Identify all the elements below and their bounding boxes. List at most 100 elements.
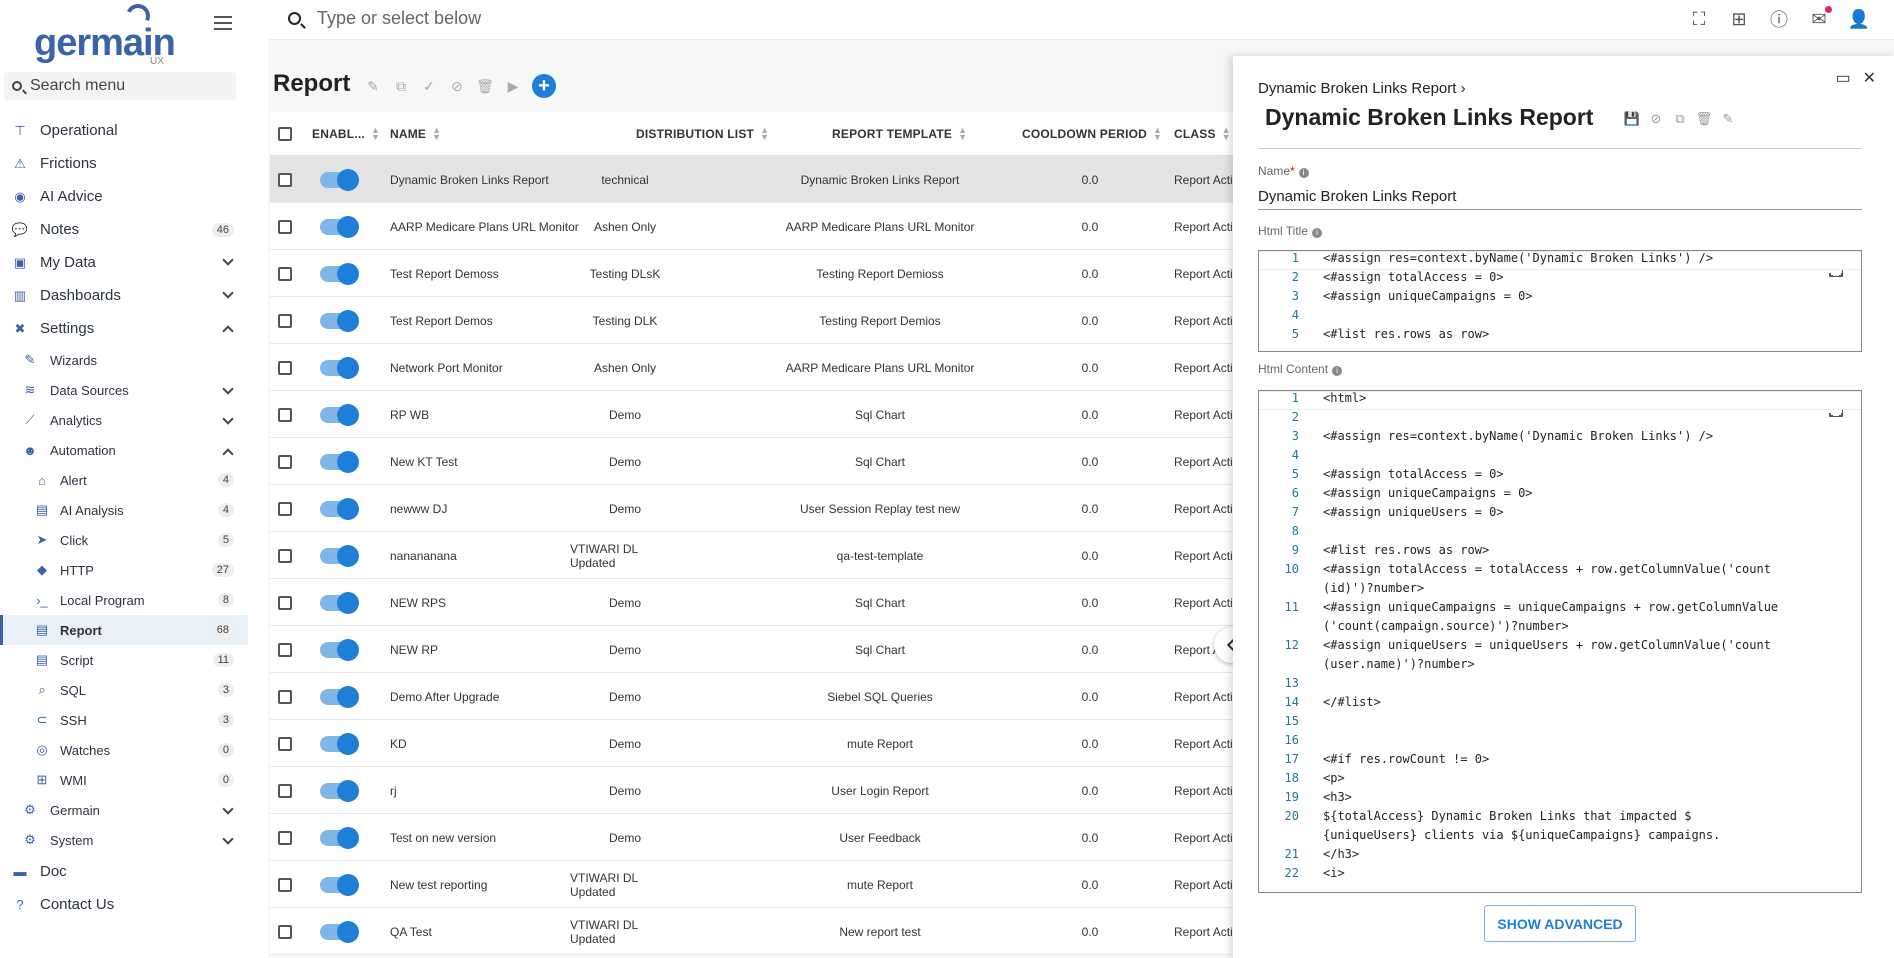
sidebar-item-sql[interactable]: ⌕ SQL 3 bbox=[0, 675, 248, 705]
col-enabled[interactable]: ENABL... ▲ ▼ bbox=[312, 112, 380, 156]
enabled-toggle[interactable] bbox=[320, 861, 359, 908]
row-checkbox[interactable] bbox=[278, 673, 292, 720]
chevron-down-icon[interactable] bbox=[222, 803, 234, 815]
chevron-up-icon[interactable] bbox=[222, 448, 234, 460]
enabled-toggle[interactable] bbox=[320, 391, 359, 438]
name-field[interactable]: Dynamic Broken Links Report bbox=[1258, 188, 1862, 210]
col-cooldown-period[interactable]: COOLDOWN PERIOD ▲ ▼ bbox=[1022, 112, 1162, 156]
table-row[interactable]: Test Report Demoss Testing DLsK Testing Re… bbox=[270, 250, 1270, 297]
enabled-toggle[interactable] bbox=[320, 532, 359, 579]
add-button[interactable]: + bbox=[532, 74, 556, 98]
enabled-toggle[interactable] bbox=[320, 673, 359, 720]
enabled-toggle[interactable] bbox=[320, 203, 359, 250]
delete-icon[interactable]: 🗑 bbox=[1695, 110, 1713, 128]
save-icon[interactable]: 💾 bbox=[1623, 110, 1641, 128]
breadcrumb[interactable]: Dynamic Broken Links Report › bbox=[1258, 80, 1466, 97]
table-row[interactable]: NEW RPS Demo Sql Chart 0.0 Report Acti... bbox=[270, 579, 1270, 626]
select-all-checkbox[interactable] bbox=[278, 112, 292, 156]
user-icon[interactable]: 👤 bbox=[1848, 8, 1870, 30]
row-checkbox[interactable] bbox=[278, 391, 292, 438]
enabled-toggle[interactable] bbox=[320, 438, 359, 485]
disable-icon[interactable]: ⊘ bbox=[1647, 110, 1665, 128]
presentation-icon[interactable]: ⊞ bbox=[1728, 8, 1750, 30]
delete-icon[interactable]: 🗑 bbox=[476, 77, 494, 95]
chevron-down-icon[interactable] bbox=[222, 413, 234, 425]
sidebar-item-wizards[interactable]: ✎ Wizards bbox=[0, 345, 248, 375]
chevron-down-icon[interactable] bbox=[222, 833, 234, 845]
table-row[interactable]: Dynamic Broken Links Report technical Dyna… bbox=[270, 156, 1270, 203]
row-checkbox[interactable] bbox=[278, 203, 292, 250]
row-checkbox[interactable] bbox=[278, 532, 292, 579]
global-search-input[interactable]: Type or select below bbox=[288, 8, 481, 29]
copy-icon[interactable]: ⧉ bbox=[392, 77, 410, 95]
table-row[interactable]: rj Demo User Login Report 0.0 Report Acti... bbox=[270, 767, 1270, 814]
table-row[interactable]: Test on new version Demo User Feedback 0.0 R… bbox=[270, 814, 1270, 861]
table-row[interactable]: QA Test VTIWARI DL Updated New report test… bbox=[270, 908, 1270, 955]
enabled-toggle[interactable] bbox=[320, 344, 359, 391]
table-row[interactable]: nanananana VTIWARI DL Updated qa-test-temp… bbox=[270, 532, 1270, 579]
chevron-down-icon[interactable] bbox=[222, 287, 234, 299]
row-checkbox[interactable] bbox=[278, 720, 292, 767]
enabled-toggle[interactable] bbox=[320, 250, 359, 297]
sidebar-item-automation[interactable]: ☻ Automation bbox=[0, 435, 248, 465]
row-checkbox[interactable] bbox=[278, 908, 292, 955]
enabled-toggle[interactable] bbox=[320, 908, 359, 955]
sidebar-item-ai-analysis[interactable]: ▤ AI Analysis 4 bbox=[0, 495, 248, 525]
enabled-toggle[interactable] bbox=[320, 579, 359, 626]
table-row[interactable]: RP WB Demo Sql Chart 0.0 Report Acti... bbox=[270, 391, 1270, 438]
enabled-toggle[interactable] bbox=[320, 767, 359, 814]
sidebar-item-operational[interactable]: ⊤ Operational bbox=[0, 114, 248, 147]
chevron-down-icon[interactable] bbox=[222, 254, 234, 266]
enabled-toggle[interactable] bbox=[320, 720, 359, 767]
row-checkbox[interactable] bbox=[278, 626, 292, 673]
table-row[interactable]: NEW RP Demo Sql Chart 0.0 Report A... bbox=[270, 626, 1270, 673]
sidebar-item-report[interactable]: ▤ Report 68 bbox=[0, 615, 248, 645]
chevron-up-icon[interactable] bbox=[222, 325, 234, 337]
maximize-icon[interactable]: ▭ bbox=[1835, 68, 1850, 88]
show-advanced-button[interactable]: SHOW ADVANCED bbox=[1484, 905, 1636, 942]
table-row[interactable]: AARP Medicare Plans URL Monitor Ashen Onl… bbox=[270, 203, 1270, 250]
col-distribution-list[interactable]: DISTRIBUTION LIST ▲ ▼ bbox=[636, 112, 769, 156]
enabled-toggle[interactable] bbox=[320, 485, 359, 532]
sidebar-item-http[interactable]: ◆ HTTP 27 bbox=[0, 555, 248, 585]
germain-logo[interactable]: germain UX bbox=[34, 0, 176, 67]
enabled-toggle[interactable] bbox=[320, 814, 359, 861]
sidebar-item-alert[interactable]: ⌂ Alert 4 bbox=[0, 465, 248, 495]
check-circle-icon[interactable]: ✓ bbox=[420, 77, 438, 95]
disable-icon[interactable]: ⊘ bbox=[448, 77, 466, 95]
chevron-down-icon[interactable] bbox=[222, 383, 234, 395]
table-row[interactable]: New test reporting VTIWARI DL Updated mute… bbox=[270, 861, 1270, 908]
sidebar-item-ai-advice[interactable]: ◉ AI Advice bbox=[0, 180, 248, 213]
row-checkbox[interactable] bbox=[278, 861, 292, 908]
row-checkbox[interactable] bbox=[278, 814, 292, 861]
enabled-toggle[interactable] bbox=[320, 156, 359, 203]
sidebar-item-click[interactable]: ➤ Click 5 bbox=[0, 525, 248, 555]
html-title-editor[interactable]: 1 <#assign res=context.byName('Dynamic Br… bbox=[1258, 250, 1862, 352]
table-row[interactable]: Network Port Monitor Ashen Only AARP Medic… bbox=[270, 344, 1270, 391]
row-checkbox[interactable] bbox=[278, 579, 292, 626]
sidebar-item-data-sources[interactable]: ≋ Data Sources bbox=[0, 375, 248, 405]
table-row[interactable]: New KT Test Demo Sql Chart 0.0 Report Acti..… bbox=[270, 438, 1270, 485]
search-menu-input[interactable]: Search menu bbox=[4, 72, 236, 100]
sidebar-item-system[interactable]: ⚙ System bbox=[0, 825, 248, 855]
sidebar-item-contact-us[interactable]: ? Contact Us bbox=[0, 888, 248, 921]
copy-icon[interactable]: ⧉ bbox=[1671, 110, 1689, 128]
row-checkbox[interactable] bbox=[278, 297, 292, 344]
table-row[interactable]: Demo After Upgrade Demo Siebel SQL Queries… bbox=[270, 673, 1270, 720]
sidebar-item-analytics[interactable]: ⟋ Analytics bbox=[0, 405, 248, 435]
col-name[interactable]: NAME ▲ ▼ bbox=[390, 112, 441, 156]
sidebar-item-germain[interactable]: ⚙ Germain bbox=[0, 795, 248, 825]
row-checkbox[interactable] bbox=[278, 485, 292, 532]
row-checkbox[interactable] bbox=[278, 438, 292, 485]
sidebar-item-settings[interactable]: ✖ Settings bbox=[0, 312, 248, 345]
sidebar-item-my-data[interactable]: ▣ My Data bbox=[0, 246, 248, 279]
col-class[interactable]: CLASS ▲ ▼ bbox=[1174, 112, 1231, 156]
sidebar-item-local-program[interactable]: ›_ Local Program 8 bbox=[0, 585, 248, 615]
col-report-template[interactable]: REPORT TEMPLATE ▲ ▼ bbox=[832, 112, 967, 156]
sidebar-item-script[interactable]: ▤ Script 11 bbox=[0, 645, 248, 675]
sidebar-item-dashboards[interactable]: ▥ Dashboards bbox=[0, 279, 248, 312]
enabled-toggle[interactable] bbox=[320, 297, 359, 344]
table-row[interactable]: newww DJ Demo User Session Replay test new… bbox=[270, 485, 1270, 532]
row-checkbox[interactable] bbox=[278, 344, 292, 391]
table-row[interactable]: KD Demo mute Report 0.0 Report Acti... bbox=[270, 720, 1270, 767]
